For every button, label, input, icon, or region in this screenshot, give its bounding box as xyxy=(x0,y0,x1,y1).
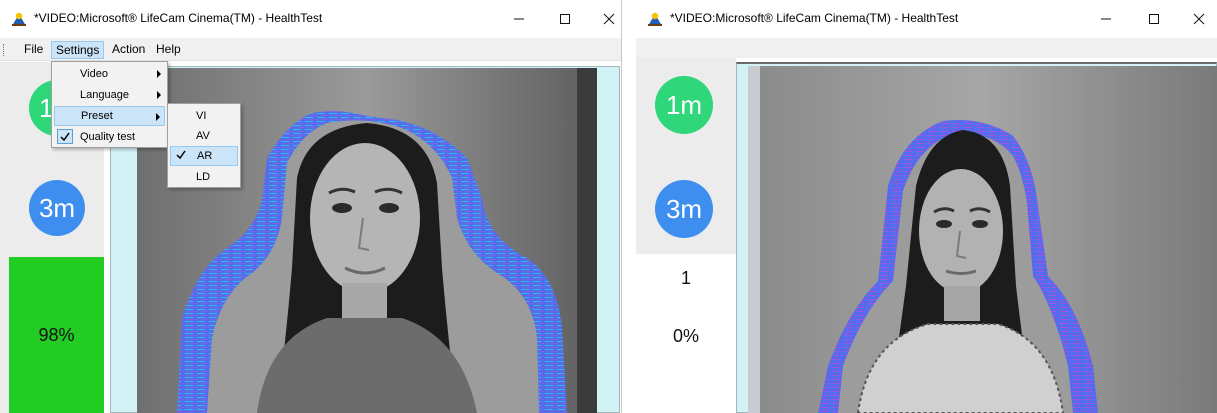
menu-item-preset-label: Preset xyxy=(81,110,113,122)
maximize-button[interactable] xyxy=(1131,0,1177,38)
checkmark-icon xyxy=(57,129,73,144)
button-1m[interactable]: 1m xyxy=(655,76,713,134)
submenu-arrow-icon xyxy=(156,113,160,121)
menu-help[interactable]: Help xyxy=(152,41,185,59)
window-title: *VIDEO:Microsoft® LifeCam Cinema(TM) - H… xyxy=(670,11,959,25)
title-bar: *VIDEO:Microsoft® LifeCam Cinema(TM) - H… xyxy=(636,0,1217,38)
menu-grip xyxy=(3,44,6,56)
menu-item-language-label: Language xyxy=(80,89,129,101)
menu-bar: File Settings Action Help xyxy=(0,38,621,61)
maximize-button[interactable] xyxy=(542,0,588,38)
preset-item-ar-label: AR xyxy=(197,150,213,162)
button-3m[interactable]: 3m xyxy=(655,180,713,238)
minimize-button[interactable] xyxy=(1083,0,1129,38)
preset-item-vi[interactable]: VI xyxy=(170,106,238,126)
minimize-icon xyxy=(514,18,524,20)
window-left: *VIDEO:Microsoft® LifeCam Cinema(TM) - H… xyxy=(0,0,622,413)
window-gap xyxy=(622,0,636,413)
window-title: *VIDEO:Microsoft® LifeCam Cinema(TM) - H… xyxy=(34,11,323,25)
preset-submenu: VI AV AR LD xyxy=(167,103,241,188)
maximize-icon xyxy=(560,14,570,24)
menu-item-quality-test-label: Quality test xyxy=(80,131,136,143)
menu-action[interactable]: Action xyxy=(108,41,149,59)
percent-label: 0% xyxy=(672,326,699,346)
webcam-image xyxy=(748,66,1217,413)
app-icon xyxy=(648,12,662,26)
checkmark-icon xyxy=(174,148,190,163)
button-1m-label: 1m xyxy=(665,89,703,120)
menu-item-video-label: Video xyxy=(80,68,108,80)
menu-item-preset[interactable]: Preset xyxy=(54,106,165,126)
preset-item-av[interactable]: AV xyxy=(170,126,238,146)
menu-bar xyxy=(636,38,1217,58)
close-icon xyxy=(603,13,615,25)
button-3m-label: 3m xyxy=(38,192,76,223)
button-3m-label: 3m xyxy=(665,193,703,224)
preset-item-ar[interactable]: AR xyxy=(170,146,238,166)
maximize-icon xyxy=(1149,14,1159,24)
app-icon xyxy=(12,12,26,26)
menu-file[interactable]: File xyxy=(20,41,47,59)
quality-percent: 98% xyxy=(38,324,75,345)
preset-item-ld[interactable]: LD xyxy=(170,167,238,187)
preset-item-vi-label: VI xyxy=(196,110,207,122)
submenu-arrow-icon xyxy=(157,91,161,99)
menu-item-language[interactable]: Language xyxy=(54,85,165,105)
title-bar: *VIDEO:Microsoft® LifeCam Cinema(TM) - H… xyxy=(0,0,621,38)
minimize-icon xyxy=(1101,18,1111,20)
button-3m[interactable]: 3m xyxy=(29,180,85,236)
minimize-button[interactable] xyxy=(496,0,542,38)
menu-item-video[interactable]: Video xyxy=(54,64,165,84)
submenu-arrow-icon xyxy=(157,70,161,78)
close-button[interactable] xyxy=(1176,0,1217,38)
video-feed xyxy=(748,66,1217,413)
count-label: 1 xyxy=(680,268,691,288)
close-icon xyxy=(1193,13,1205,25)
settings-dropdown: Video Language Preset Quality test xyxy=(51,61,168,148)
quality-indicator: 98% xyxy=(9,257,104,413)
menu-item-quality-test[interactable]: Quality test xyxy=(54,127,165,147)
preset-item-ld-label: LD xyxy=(196,171,211,183)
close-button[interactable] xyxy=(586,0,621,38)
menu-settings[interactable]: Settings xyxy=(51,41,105,59)
window-right: *VIDEO:Microsoft® LifeCam Cinema(TM) - H… xyxy=(636,0,1217,413)
preset-item-av-label: AV xyxy=(196,130,210,142)
